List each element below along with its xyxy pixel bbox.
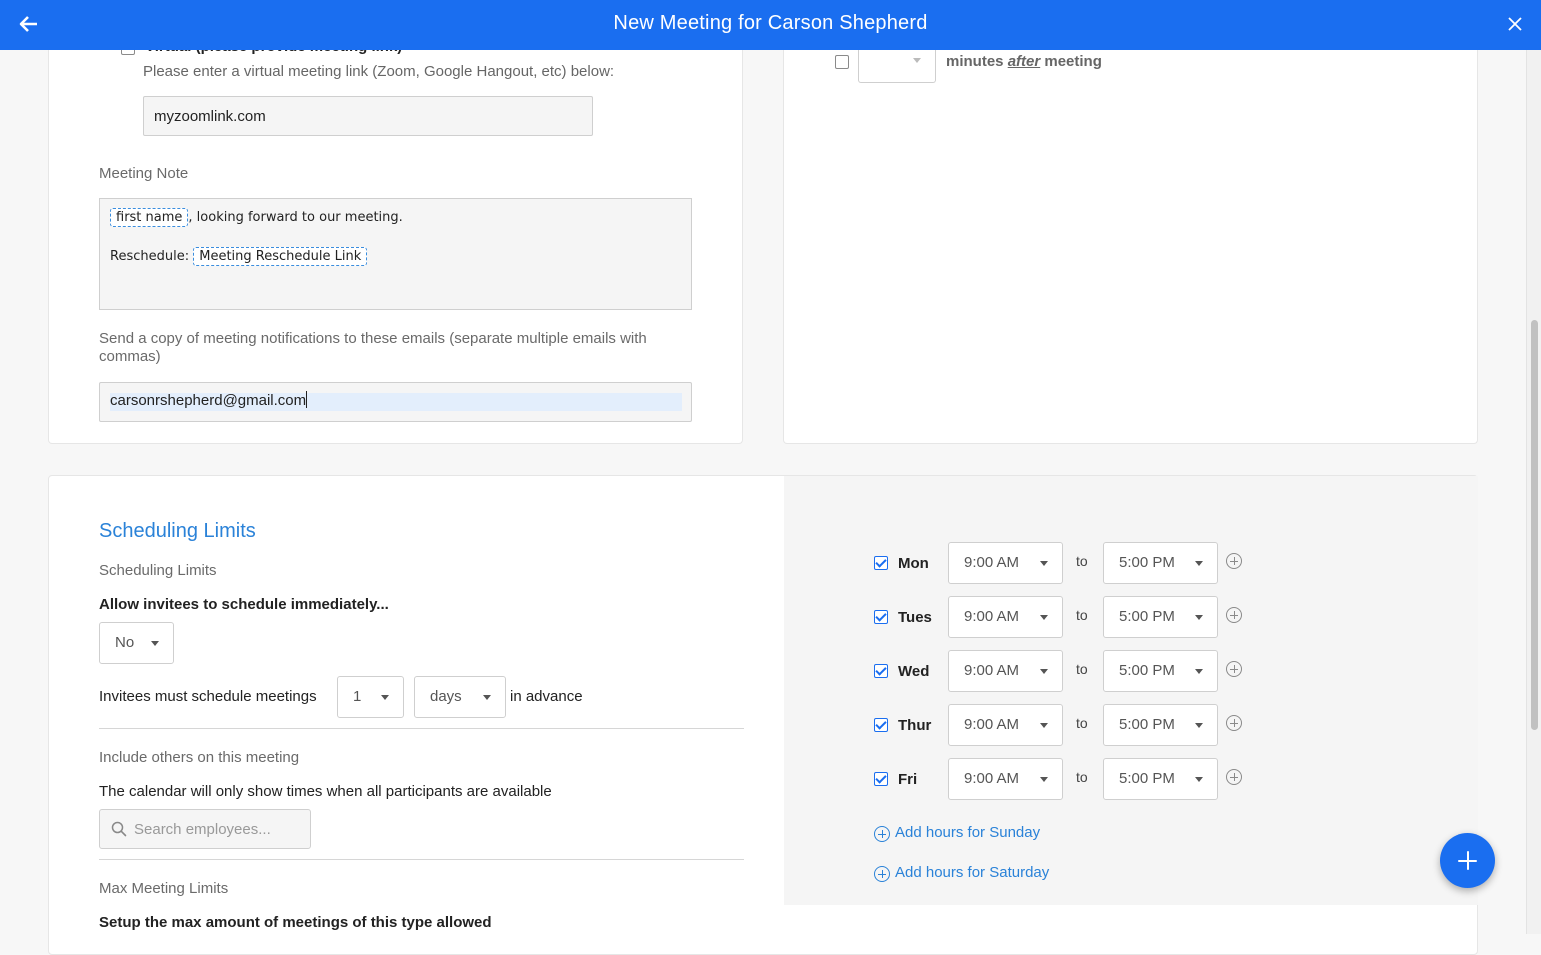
day-start-value: 9:00 AM — [964, 608, 1020, 625]
note-line-1: first name, looking forward to our meeti… — [110, 208, 403, 227]
caret-down-icon — [1040, 777, 1048, 782]
add-time-slot-icon[interactable] — [1226, 715, 1242, 731]
to-label: to — [1076, 769, 1088, 785]
caret-down-icon — [1195, 561, 1203, 566]
note-line-2: Reschedule: Meeting Reschedule Link — [110, 247, 368, 266]
caret-down-icon — [1040, 561, 1048, 566]
day-label: Wed — [898, 663, 930, 680]
day-checkbox[interactable] — [874, 772, 888, 786]
location-card: Virtual (please provide meeting link) Pl… — [48, 30, 743, 444]
buffer-after-label: minutes after meeting — [946, 53, 1102, 70]
day-end-select[interactable]: 5:00 PM — [1103, 596, 1218, 638]
day-label: Thur — [898, 717, 932, 734]
day-checkbox[interactable] — [874, 664, 888, 678]
to-label: to — [1076, 715, 1088, 731]
day-start-value: 9:00 AM — [964, 716, 1020, 733]
caret-down-icon — [1195, 777, 1203, 782]
day-row-fri: Fri 9:00 AM to 5:00 PM — [49, 758, 1477, 800]
caret-down-icon — [1040, 615, 1048, 620]
note-line-1-text: , looking forward to our meeting. — [188, 210, 403, 225]
day-row-wed: Wed 9:00 AM to 5:00 PM — [49, 650, 1477, 692]
header-bar: New Meeting for Carson Shepherd — [0, 0, 1541, 50]
day-start-value: 9:00 AM — [964, 554, 1020, 571]
day-label: Fri — [898, 771, 918, 788]
notify-emails-input[interactable]: carsonrshepherd@gmail.com — [99, 382, 692, 422]
meeting-note-editor[interactable]: first name, looking forward to our meeti… — [99, 198, 692, 310]
day-start-select[interactable]: 9:00 AM — [948, 650, 1063, 692]
notify-emails-value: carsonrshepherd@gmail.com — [110, 392, 307, 409]
employee-search-input[interactable] — [134, 818, 304, 840]
day-end-select[interactable]: 5:00 PM — [1103, 542, 1218, 584]
scheduling-limits-title: Scheduling Limits — [99, 520, 256, 542]
buffer-after-checkbox[interactable] — [835, 55, 849, 69]
meeting-note-label: Meeting Note — [99, 165, 189, 182]
add-saturday-link[interactable]: Add hours for Saturday — [895, 864, 1049, 881]
divider — [99, 859, 744, 860]
buffer-after-suffix: meeting — [1044, 53, 1102, 70]
buffer-card: minutes after meeting — [783, 30, 1478, 444]
day-start-select[interactable]: 9:00 AM — [948, 704, 1063, 746]
reschedule-link-token[interactable]: Meeting Reschedule Link — [193, 247, 368, 266]
search-icon — [111, 821, 127, 837]
buffer-after-em: after — [1007, 53, 1041, 70]
day-start-value: 9:00 AM — [964, 770, 1020, 787]
to-label: to — [1076, 661, 1088, 677]
caret-down-icon — [913, 58, 921, 63]
text-cursor — [306, 391, 308, 408]
virtual-link-input[interactable] — [143, 96, 593, 136]
add-fab-button[interactable] — [1440, 833, 1495, 888]
caret-down-icon — [1195, 615, 1203, 620]
day-row-thur: Thur 9:00 AM to 5:00 PM — [49, 704, 1477, 746]
max-limits-hint: Setup the max amount of meetings of this… — [99, 914, 492, 931]
day-label: Tues — [898, 609, 932, 626]
max-limits-label: Max Meeting Limits — [99, 880, 229, 897]
day-start-select[interactable]: 9:00 AM — [948, 758, 1063, 800]
day-end-select[interactable]: 5:00 PM — [1103, 650, 1218, 692]
caret-down-icon — [483, 695, 491, 700]
to-label: to — [1076, 553, 1088, 569]
day-start-select[interactable]: 9:00 AM — [948, 596, 1063, 638]
caret-down-icon — [1040, 723, 1048, 728]
day-checkbox[interactable] — [874, 610, 888, 624]
virtual-hint: Please enter a virtual meeting link (Zoo… — [143, 63, 615, 80]
employee-search[interactable] — [99, 809, 311, 849]
caret-down-icon — [381, 695, 389, 700]
page-title: New Meeting for Carson Shepherd — [613, 12, 928, 34]
day-row-mon: Mon 9:00 AM to 5:00 PM — [49, 542, 1477, 584]
day-end-value: 5:00 PM — [1119, 608, 1175, 625]
day-row-tues: Tues 9:00 AM to 5:00 PM — [49, 596, 1477, 638]
day-start-select[interactable]: 9:00 AM — [948, 542, 1063, 584]
day-end-select[interactable]: 5:00 PM — [1103, 704, 1218, 746]
caret-down-icon — [1195, 723, 1203, 728]
add-sunday-link[interactable]: Add hours for Sunday — [895, 824, 1040, 841]
day-end-value: 5:00 PM — [1119, 662, 1175, 679]
day-start-value: 9:00 AM — [964, 662, 1020, 679]
add-time-slot-icon[interactable] — [1226, 553, 1242, 569]
close-icon[interactable] — [1507, 16, 1523, 32]
to-label: to — [1076, 607, 1088, 623]
day-end-value: 5:00 PM — [1119, 770, 1175, 787]
day-checkbox[interactable] — [874, 718, 888, 732]
add-time-slot-icon[interactable] — [1226, 607, 1242, 623]
add-time-slot-icon[interactable] — [1226, 769, 1242, 785]
scheduling-limits-card: Scheduling Limits Scheduling Limits Allo… — [48, 475, 1478, 955]
add-circle-icon — [874, 826, 890, 842]
day-end-value: 5:00 PM — [1119, 716, 1175, 733]
day-end-value: 5:00 PM — [1119, 554, 1175, 571]
day-end-select[interactable]: 5:00 PM — [1103, 758, 1218, 800]
day-checkbox[interactable] — [874, 556, 888, 570]
scrollbar-thumb[interactable] — [1531, 320, 1538, 730]
notify-emails-label: Send a copy of meeting notifications to … — [99, 330, 647, 365]
add-time-slot-icon[interactable] — [1226, 661, 1242, 677]
day-label: Mon — [898, 555, 929, 572]
first-name-token[interactable]: first name — [110, 208, 189, 227]
caret-down-icon — [1040, 669, 1048, 674]
scrollbar[interactable] — [1526, 50, 1541, 934]
buffer-after-prefix: minutes — [946, 53, 1004, 70]
note-line-2-prefix: Reschedule: — [110, 249, 190, 264]
caret-down-icon — [151, 641, 159, 646]
add-circle-icon — [874, 866, 890, 882]
caret-down-icon — [1195, 669, 1203, 674]
